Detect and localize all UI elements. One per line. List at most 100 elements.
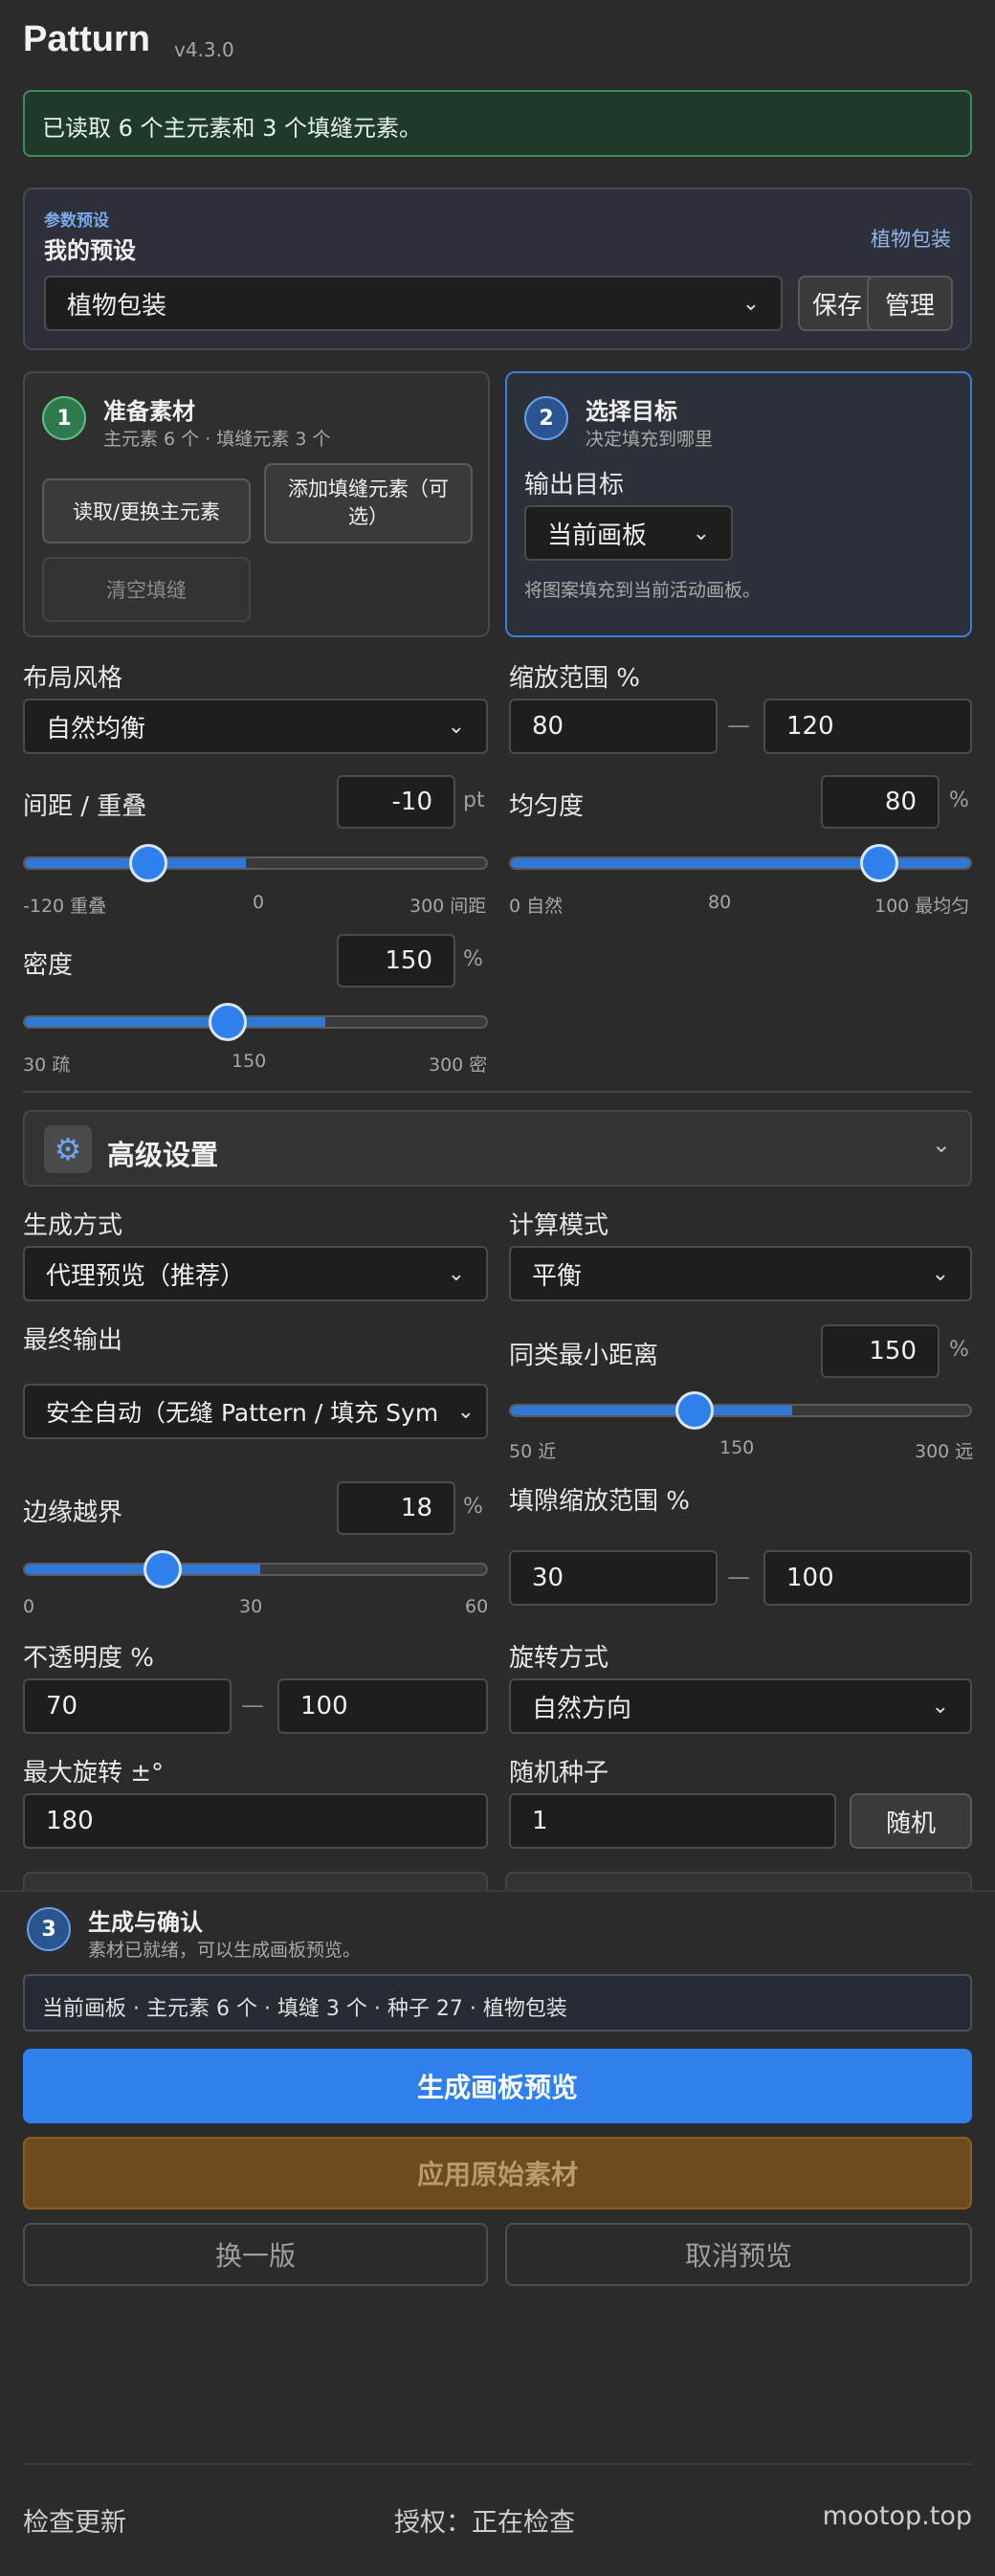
app-title: Patturn xyxy=(23,19,150,59)
chevron-down-icon: ⌄ xyxy=(447,1261,465,1286)
scale-min-input[interactable]: 80 xyxy=(509,699,718,754)
spacing-tick-min: -120 重叠 xyxy=(23,896,107,917)
add-fill-elements-button[interactable]: 添加填缝元素（可选） xyxy=(264,463,473,544)
step1-number: 1 xyxy=(42,396,86,440)
min-distance-slider[interactable] xyxy=(509,1391,972,1430)
spacing-tick-mid: 0 xyxy=(253,892,265,913)
read-main-elements-button[interactable]: 读取/更换主元素 xyxy=(42,478,251,544)
max-rotation-input[interactable]: 180 xyxy=(23,1793,488,1849)
calc-mode-select[interactable]: 平衡 ⌄ xyxy=(509,1246,972,1301)
gap-scale-max-input[interactable]: 100 xyxy=(763,1550,972,1606)
spacing-slider-thumb[interactable] xyxy=(129,844,168,882)
final-output-select[interactable]: 安全自动（无缝 Pattern / 填充 Sym ⌄ xyxy=(23,1384,488,1439)
another-version-button[interactable]: 换一版 xyxy=(23,2223,488,2286)
uniformity-slider-thumb[interactable] xyxy=(860,844,899,882)
step1-card: 1 准备素材 主元素 6 个 · 填缝元素 3 个 读取/更换主元素 添加填缝元… xyxy=(23,371,490,637)
uniformity-label: 均匀度 xyxy=(509,792,585,821)
layout-style-select[interactable]: 自然均衡 ⌄ xyxy=(23,699,488,754)
final-output-label: 最终输出 xyxy=(23,1326,123,1355)
site-link[interactable]: mootop.top xyxy=(823,2501,972,2531)
preset-manage-button[interactable]: 管理 xyxy=(867,276,953,331)
density-tick-min: 30 疏 xyxy=(23,1055,71,1076)
gap-scale-min-input[interactable]: 30 xyxy=(509,1550,718,1606)
output-target-select[interactable]: 当前画板 ⌄ xyxy=(524,505,733,561)
uniformity-slider-fill xyxy=(511,858,970,868)
density-slider-track xyxy=(23,1015,488,1029)
density-slider-thumb[interactable] xyxy=(208,1003,247,1041)
calc-mode-value: 平衡 xyxy=(532,1261,583,1291)
edge-tick-max: 60 xyxy=(465,1596,489,1617)
seed-input[interactable]: 1 xyxy=(509,1793,836,1849)
density-unit: % xyxy=(463,947,483,971)
scale-range-dash: — xyxy=(727,712,750,739)
edge-overflow-input[interactable]: 18 xyxy=(337,1481,455,1535)
app-version: v4.3.0 xyxy=(174,38,234,61)
preset-small-label: 参数预设 xyxy=(44,211,109,231)
edge-tick-mid: 30 xyxy=(239,1596,263,1617)
density-input[interactable]: 150 xyxy=(337,934,455,988)
cancel-preview-button[interactable]: 取消预览 xyxy=(505,2223,972,2286)
output-target-hint: 将图案填充到当前活动画板。 xyxy=(524,580,762,601)
min-distance-label: 同类最小距离 xyxy=(509,1342,659,1370)
step2-card: 2 选择目标 决定填充到哪里 输出目标 当前画板 ⌄ 将图案填充到当前活动画板。 xyxy=(505,371,972,637)
edge-tick-min: 0 xyxy=(23,1596,35,1617)
spacing-input[interactable]: -10 xyxy=(337,775,455,829)
opacity-min-input[interactable]: 70 xyxy=(23,1678,232,1734)
min-distance-slider-thumb[interactable] xyxy=(674,1391,714,1430)
status-notice: 已读取 6 个主元素和 3 个填缝元素。 xyxy=(23,90,972,157)
min-distance-input[interactable]: 150 xyxy=(821,1324,940,1378)
apply-original-button[interactable]: 应用原始素材 xyxy=(23,2137,972,2210)
preset-select[interactable]: 植物包装 ⌄ xyxy=(44,276,783,331)
output-target-label: 输出目标 xyxy=(524,471,625,500)
preset-current-tag: 植物包装 xyxy=(871,228,951,251)
preset-card: 参数预设 我的预设 植物包装 植物包装 ⌄ 保存 管理 xyxy=(23,188,972,350)
preset-save-button[interactable]: 保存 xyxy=(798,276,876,331)
density-slider[interactable] xyxy=(23,1003,488,1041)
calc-mode-label: 计算模式 xyxy=(509,1211,609,1240)
opacity-label: 不透明度 % xyxy=(23,1644,154,1673)
opacity-max-input[interactable]: 100 xyxy=(277,1678,488,1734)
max-rotation-label: 最大旋转 ±° xyxy=(23,1759,165,1788)
step3-subtitle: 素材已就绪，可以生成画板预览。 xyxy=(88,1940,362,1961)
min-distance-tick-min: 50 近 xyxy=(509,1441,557,1462)
preset-select-value: 植物包装 xyxy=(67,291,167,321)
random-seed-button[interactable]: 随机 xyxy=(850,1793,972,1849)
rotation-mode-label: 旋转方式 xyxy=(509,1644,609,1673)
output-target-value: 当前画板 xyxy=(547,521,648,550)
opacity-dash: — xyxy=(241,1692,264,1719)
uniformity-slider[interactable] xyxy=(509,844,972,882)
section-divider xyxy=(23,1091,972,1093)
sticky-divider xyxy=(0,1890,995,1892)
spacing-label: 间距 / 重叠 xyxy=(23,792,147,821)
step1-title: 准备素材 xyxy=(103,398,195,425)
generate-preview-button[interactable]: 生成画板预览 xyxy=(23,2049,972,2123)
scale-max-input[interactable]: 120 xyxy=(763,699,972,754)
gap-scale-dash: — xyxy=(727,1564,750,1590)
preset-title: 我的预设 xyxy=(44,237,136,264)
spacing-slider[interactable] xyxy=(23,844,488,882)
edge-overflow-slider-thumb[interactable] xyxy=(143,1550,182,1588)
spacing-slider-track xyxy=(23,856,488,870)
step2-number: 2 xyxy=(524,396,568,440)
uniformity-tick-min: 0 自然 xyxy=(509,896,564,917)
check-update-link[interactable]: 检查更新 xyxy=(23,2501,126,2539)
edge-overflow-slider-fill xyxy=(25,1565,260,1574)
clear-fill-button[interactable]: 清空填缝 xyxy=(42,557,251,622)
advanced-settings-title: 高级设置 xyxy=(107,1139,219,1171)
spacing-unit: pt xyxy=(463,788,485,812)
chevron-down-icon: ⌄ xyxy=(447,714,465,739)
gen-mode-select[interactable]: 代理预览（推荐） ⌄ xyxy=(23,1246,488,1301)
edge-overflow-slider[interactable] xyxy=(23,1550,488,1588)
uniformity-input[interactable]: 80 xyxy=(821,775,940,829)
gen-mode-value: 代理预览（推荐） xyxy=(46,1261,246,1291)
rotation-mode-select[interactable]: 自然方向 ⌄ xyxy=(509,1678,972,1734)
step3-number: 3 xyxy=(27,1907,71,1951)
seed-label: 随机种子 xyxy=(509,1759,609,1788)
chevron-down-icon: ⌄ xyxy=(692,521,710,545)
footer-divider xyxy=(23,2463,972,2465)
advanced-settings-toggle[interactable]: ⚙ 高级设置 ⌄ xyxy=(23,1110,972,1187)
rotation-mode-value: 自然方向 xyxy=(532,1694,632,1723)
chevron-down-icon: ⌄ xyxy=(456,1399,475,1424)
license-status: 授权：正在检查 xyxy=(394,2508,575,2538)
min-distance-unit: % xyxy=(949,1338,969,1362)
